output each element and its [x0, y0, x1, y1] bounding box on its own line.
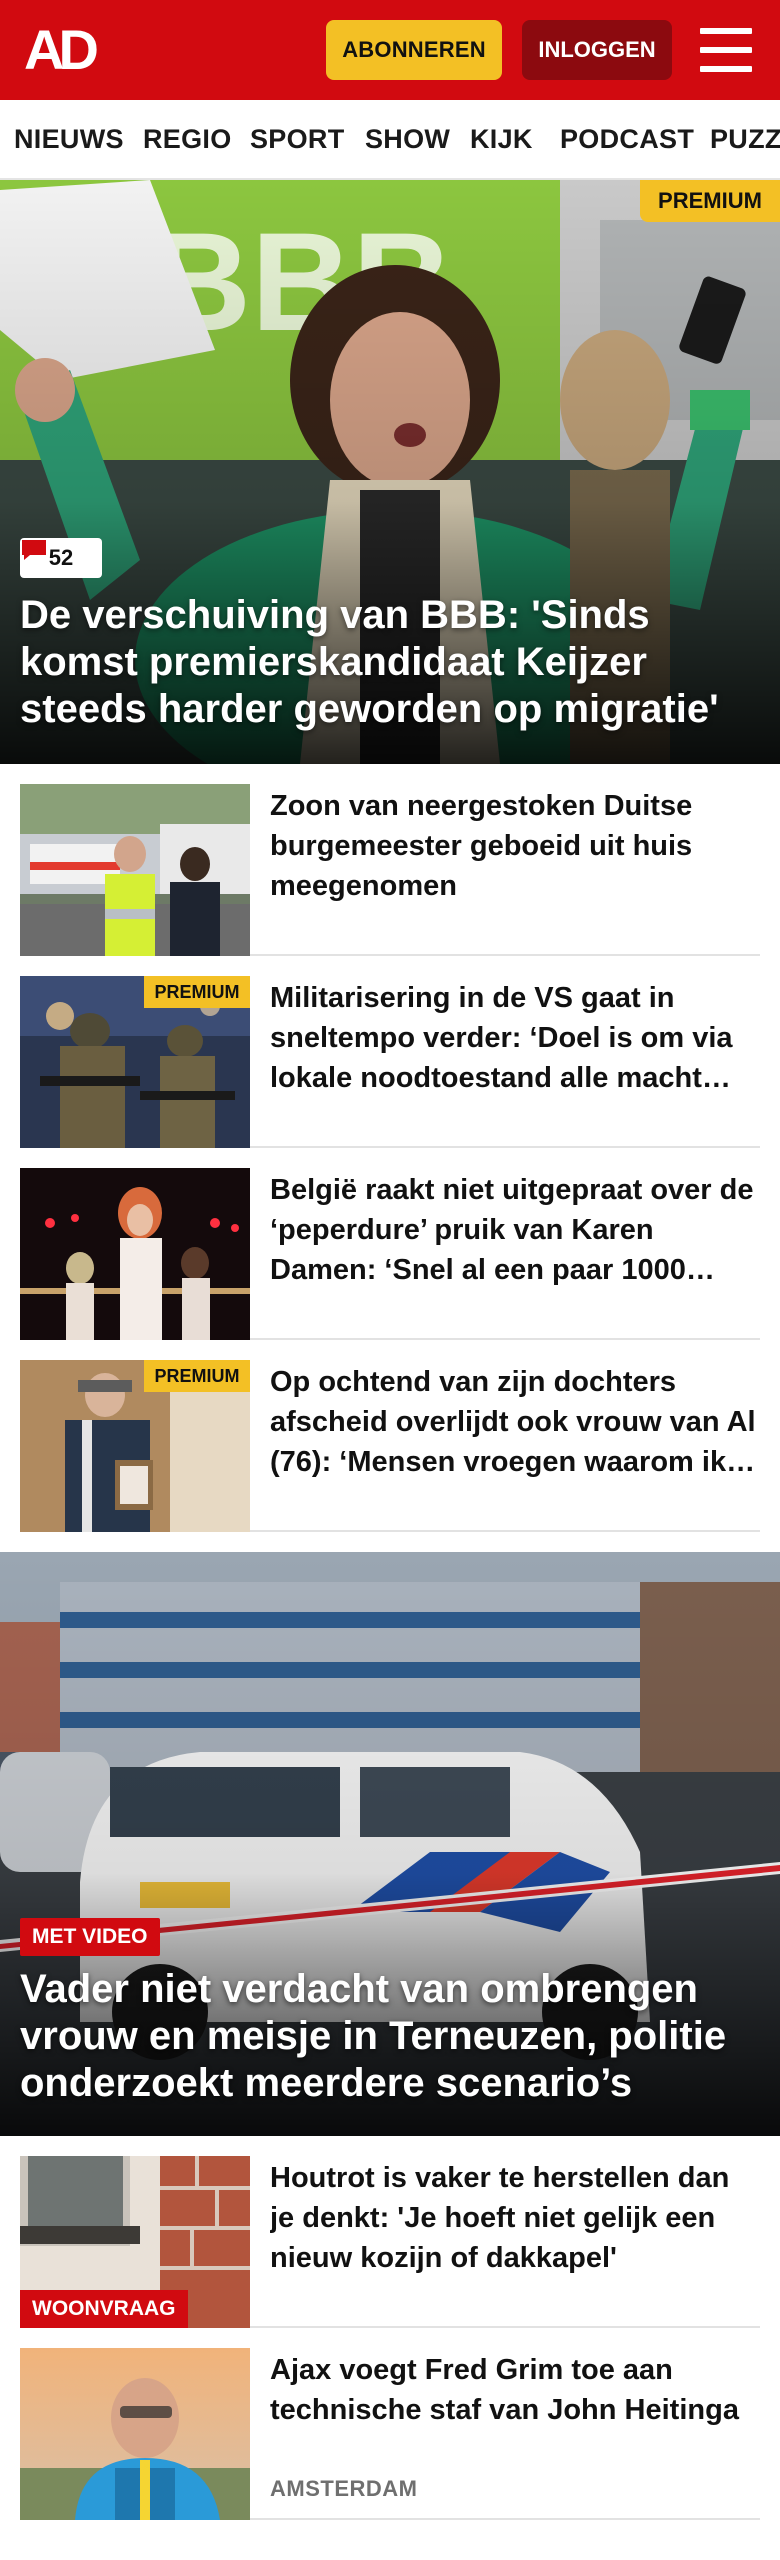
- video-label: MET VIDEO: [20, 1918, 160, 1956]
- article-thumbnail: PREMIUM: [20, 976, 250, 1148]
- nav-item-sport[interactable]: SPORT: [250, 100, 345, 178]
- article-headline[interactable]: Houtrot is vaker te herstellen dan je de…: [270, 2158, 760, 2278]
- subscribe-button[interactable]: ABONNEREN: [326, 20, 502, 80]
- comment-count-badge[interactable]: 52: [20, 538, 102, 578]
- nav-item-puzzels[interactable]: PUZZ: [710, 100, 780, 178]
- comment-bubble-icon: [22, 540, 46, 560]
- region-label: AMSTERDAM: [270, 2476, 418, 2501]
- list-item[interactable]: Zoon van neergestoken Duitse burgemeeste…: [20, 764, 760, 956]
- hero-article[interactable]: BBB PREMIUM 52 De verschuiving van BBB: …: [0, 180, 780, 764]
- article-thumbnail: [20, 2348, 250, 2520]
- top-bar: AD ABONNEREN INLOGGEN: [0, 0, 780, 100]
- article-thumbnail: [20, 1168, 250, 1340]
- nav-item-podcast[interactable]: PODCAST: [560, 100, 694, 178]
- list-item[interactable]: PREMIUM Militarisering in de VS gaat in …: [20, 956, 760, 1148]
- hero-headline[interactable]: De verschuiving van BBB: 'Sinds komst pr…: [20, 592, 765, 733]
- list-item[interactable]: Ajax voegt Fred Grim toe aan technische …: [20, 2328, 760, 2520]
- article-thumbnail: WOONVRAAG: [20, 2156, 250, 2328]
- nav-item-nieuws[interactable]: NIEUWS: [14, 100, 124, 178]
- premium-badge: PREMIUM: [144, 1360, 250, 1392]
- nav-item-regio[interactable]: REGIO: [143, 100, 232, 178]
- nav-item-show[interactable]: SHOW: [365, 100, 450, 178]
- feature-headline[interactable]: Vader niet verdacht van ombrengen vrouw …: [20, 1966, 765, 2107]
- article-thumbnail: PREMIUM: [20, 1360, 250, 1532]
- login-button[interactable]: INLOGGEN: [522, 20, 672, 80]
- article-headline[interactable]: België raakt niet uitgepraat over de ‘pe…: [270, 1170, 760, 1290]
- list-item[interactable]: WOONVRAAG Houtrot is vaker te herstellen…: [20, 2136, 760, 2328]
- article-headline[interactable]: Op ochtend van zijn dochters afscheid ov…: [270, 1362, 760, 1482]
- premium-badge: PREMIUM: [144, 976, 250, 1008]
- list-item[interactable]: PREMIUM Op ochtend van zijn dochters afs…: [20, 1340, 760, 1532]
- nav-item-kijk[interactable]: KIJK: [470, 100, 533, 178]
- premium-badge: PREMIUM: [640, 180, 780, 222]
- hamburger-menu-icon[interactable]: [700, 28, 752, 72]
- section-nav: NIEUWS REGIO SPORT SHOW KIJK PODCAST PUZ…: [0, 100, 780, 180]
- article-headline[interactable]: Militarisering in de VS gaat in sneltemp…: [270, 978, 760, 1098]
- category-label: WOONVRAAG: [20, 2290, 188, 2328]
- article-headline[interactable]: Zoon van neergestoken Duitse burgemeeste…: [270, 786, 760, 906]
- list-item[interactable]: België raakt niet uitgepraat over de ‘pe…: [20, 1148, 760, 1340]
- feature-article[interactable]: MET VIDEO Vader niet verdacht van ombren…: [0, 1552, 780, 2136]
- article-headline[interactable]: Ajax voegt Fred Grim toe aan technische …: [270, 2350, 760, 2430]
- comment-count: 52: [48, 545, 74, 570]
- article-thumbnail: [20, 784, 250, 956]
- ad-logo[interactable]: AD: [24, 20, 120, 80]
